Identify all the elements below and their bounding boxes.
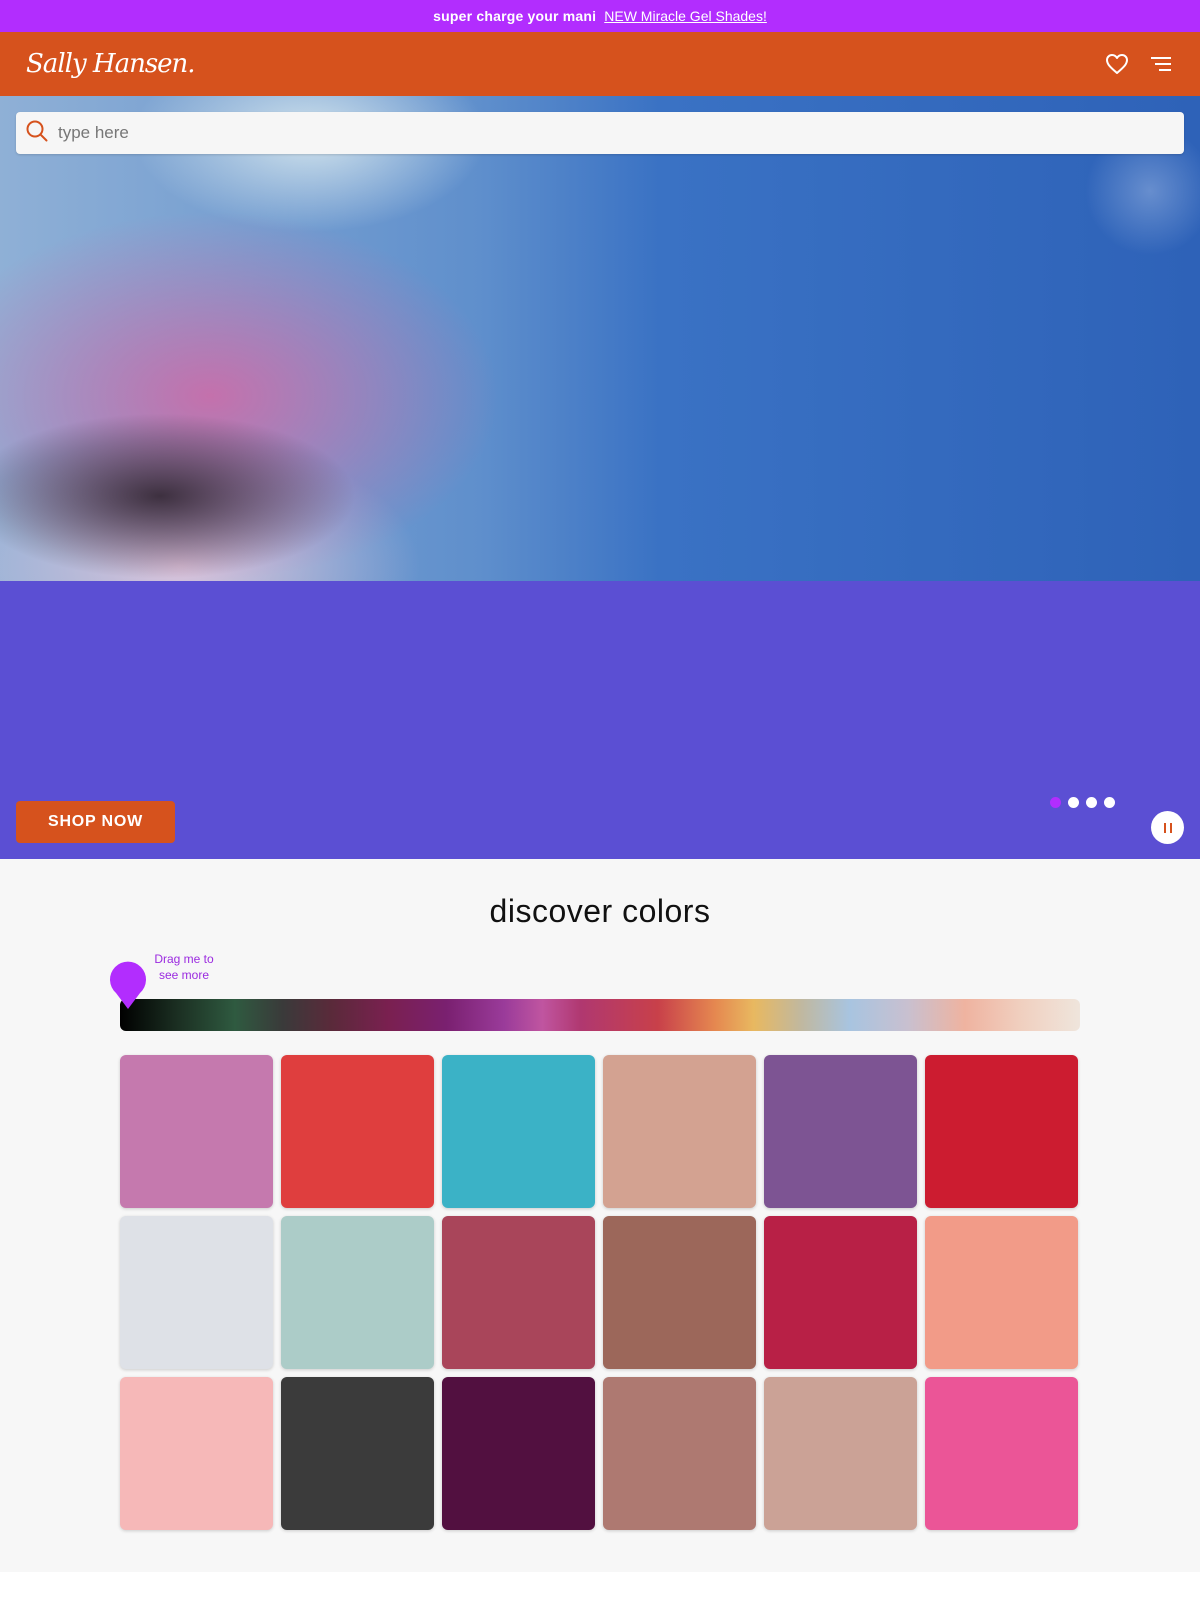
carousel-dot-1[interactable] bbox=[1050, 797, 1061, 808]
color-swatch[interactable] bbox=[281, 1216, 434, 1369]
color-swatch[interactable] bbox=[764, 1216, 917, 1369]
color-swatch[interactable] bbox=[442, 1055, 595, 1208]
color-swatch[interactable] bbox=[120, 1055, 273, 1208]
hero-image bbox=[0, 96, 1200, 581]
search-input[interactable] bbox=[56, 122, 1156, 144]
color-swatch[interactable] bbox=[442, 1216, 595, 1369]
drag-hint: Drag me to see more bbox=[146, 951, 222, 983]
brand-logo[interactable]: Sally Hansen. bbox=[26, 49, 196, 79]
page-footer-edge bbox=[0, 1572, 1200, 1600]
pause-button[interactable] bbox=[1151, 811, 1184, 844]
color-swatch[interactable] bbox=[764, 1377, 917, 1530]
color-swatch[interactable] bbox=[281, 1055, 434, 1208]
pause-icon-bar-right bbox=[1169, 822, 1172, 833]
header-actions bbox=[1104, 51, 1174, 77]
promo-link[interactable]: NEW Miracle Gel Shades! bbox=[604, 8, 767, 24]
color-swatch[interactable] bbox=[925, 1216, 1078, 1369]
promo-text: super charge your mani bbox=[433, 8, 597, 24]
shop-now-button[interactable]: SHOP NOW bbox=[16, 801, 175, 843]
carousel-dots bbox=[1050, 797, 1115, 808]
color-spectrum-slider[interactable] bbox=[120, 999, 1080, 1031]
wishlist-heart-icon[interactable] bbox=[1104, 51, 1130, 77]
color-swatch[interactable] bbox=[764, 1055, 917, 1208]
color-swatch[interactable] bbox=[925, 1377, 1078, 1530]
hero-panel bbox=[0, 581, 1200, 859]
search-bar bbox=[16, 112, 1184, 154]
slider-handle-pin-icon[interactable] bbox=[108, 960, 148, 1010]
color-swatch[interactable] bbox=[603, 1377, 756, 1530]
drag-hint-line-2: see more bbox=[158, 968, 210, 982]
color-swatch[interactable] bbox=[120, 1377, 273, 1530]
color-swatch[interactable] bbox=[281, 1377, 434, 1530]
color-swatch[interactable] bbox=[120, 1216, 273, 1369]
carousel-dot-3[interactable] bbox=[1086, 797, 1097, 808]
color-swatch-grid bbox=[120, 1055, 1078, 1530]
menu-icon[interactable] bbox=[1148, 51, 1174, 77]
drag-hint-line-1: Drag me to bbox=[154, 952, 214, 966]
color-swatch[interactable] bbox=[603, 1216, 756, 1369]
color-swatch[interactable] bbox=[442, 1377, 595, 1530]
promo-bar: super charge your mani NEW Miracle Gel S… bbox=[0, 0, 1200, 32]
color-swatch[interactable] bbox=[603, 1055, 756, 1208]
discover-colors-title: discover colors bbox=[489, 893, 711, 929]
carousel-dot-2[interactable] bbox=[1068, 797, 1079, 808]
search-icon[interactable] bbox=[26, 120, 48, 147]
hero-carousel: SHOP NOW bbox=[0, 96, 1200, 859]
carousel-dot-4[interactable] bbox=[1104, 797, 1115, 808]
site-header: Sally Hansen. bbox=[0, 32, 1200, 96]
pause-icon-bar-left bbox=[1163, 822, 1166, 833]
color-swatch[interactable] bbox=[925, 1055, 1078, 1208]
